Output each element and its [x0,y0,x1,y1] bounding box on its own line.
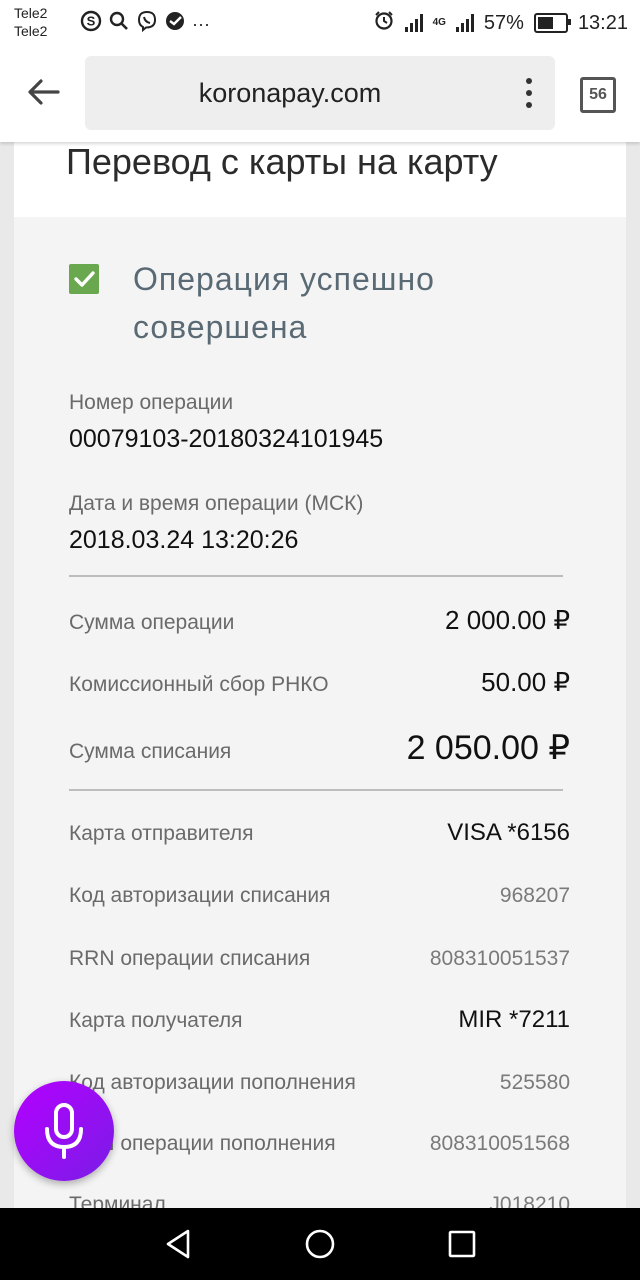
kebab-dot-icon [526,90,532,96]
divider [69,575,563,577]
datetime-label: Дата и время операции (МСК) [69,492,364,515]
battery-percent: 57% [483,11,524,34]
battery-icon [533,13,571,33]
sender-card-label: Карта отправителя [69,822,254,845]
operation-number-label: Номер операции [69,391,234,414]
microphone-icon [45,1103,83,1159]
arrow-left-icon [28,79,60,105]
operation-number-value: 00079103-20180324101945 [69,425,384,453]
credit-rrn-value: 808310051568 [429,1132,570,1155]
nav-home-button[interactable] [302,1226,338,1262]
divider [69,789,563,791]
menu-button[interactable] [525,78,533,108]
success-message: Операция успешно совершена [133,261,435,345]
system-status: 4G 57% 13:21 [373,9,628,37]
nav-back-button[interactable] [160,1226,196,1262]
debit-amount-value: 2 050.00 ₽ [406,729,570,767]
search-icon [108,10,130,37]
network-type: 4G [432,17,446,28]
url-bar[interactable]: koronapay.com [85,56,555,130]
tab-switcher-button[interactable]: 56 [580,77,616,113]
clock: 13:21 [577,11,628,34]
navigation-bar [0,1208,640,1280]
skype-icon: S [80,10,102,37]
signal-2-icon [455,14,474,32]
debit-rrn-value: 808310051537 [429,947,570,970]
more-notifications-icon: ··· [192,13,210,34]
alarm-icon [373,9,395,37]
sberbank-icon [164,10,186,37]
signal-1-icon [404,14,423,32]
debit-auth-code-label: Код авторизации списания [69,884,331,907]
carrier-1: Tele2 [14,5,48,21]
debit-auth-code-value: 968207 [499,884,570,907]
debit-rrn-label: RRN операции списания [69,947,311,970]
back-button[interactable] [24,72,64,112]
checkbox-checked-icon [69,264,99,294]
amount-value: 2 000.00 ₽ [445,605,570,635]
page-header: Перевод с карты на карту [14,142,626,217]
circle-home-icon [305,1229,335,1259]
sender-card-value: VISA *6156 [447,819,570,846]
url-text[interactable]: koronapay.com [85,78,495,109]
carrier-names: Tele2 Tele2 [14,4,47,40]
credit-auth-code-value: 525580 [499,1071,570,1094]
page-title: Перевод с карты на карту [66,141,498,182]
debit-amount-label: Сумма списания [69,740,232,763]
viber-icon [136,10,158,37]
operation-result-panel: Операция успешно совершена Номер операци… [14,217,626,1217]
recipient-card-label: Карта получателя [69,1009,243,1032]
triangle-back-icon [166,1229,190,1259]
svg-text:S: S [87,14,96,29]
fee-value: 50.00 ₽ [481,667,570,697]
datetime-value: 2018.03.24 13:20:26 [69,526,299,554]
amount-label: Сумма операции [69,611,235,634]
notification-icons: S ··· [80,10,210,37]
carrier-2: Tele2 [14,23,48,39]
kebab-dot-icon [526,78,532,84]
fee-label: Комиссионный сбор РНКО [69,673,329,696]
status-bar: Tele2 Tele2 S ··· 4G 57% 13:21 [0,0,640,44]
browser-toolbar: koronapay.com 56 [0,44,640,142]
nav-recents-button[interactable] [444,1226,480,1262]
kebab-dot-icon [526,102,532,108]
voice-assistant-button[interactable] [14,1081,114,1181]
recipient-card-value: MIR *7211 [458,1006,570,1033]
square-recents-icon [448,1230,476,1258]
